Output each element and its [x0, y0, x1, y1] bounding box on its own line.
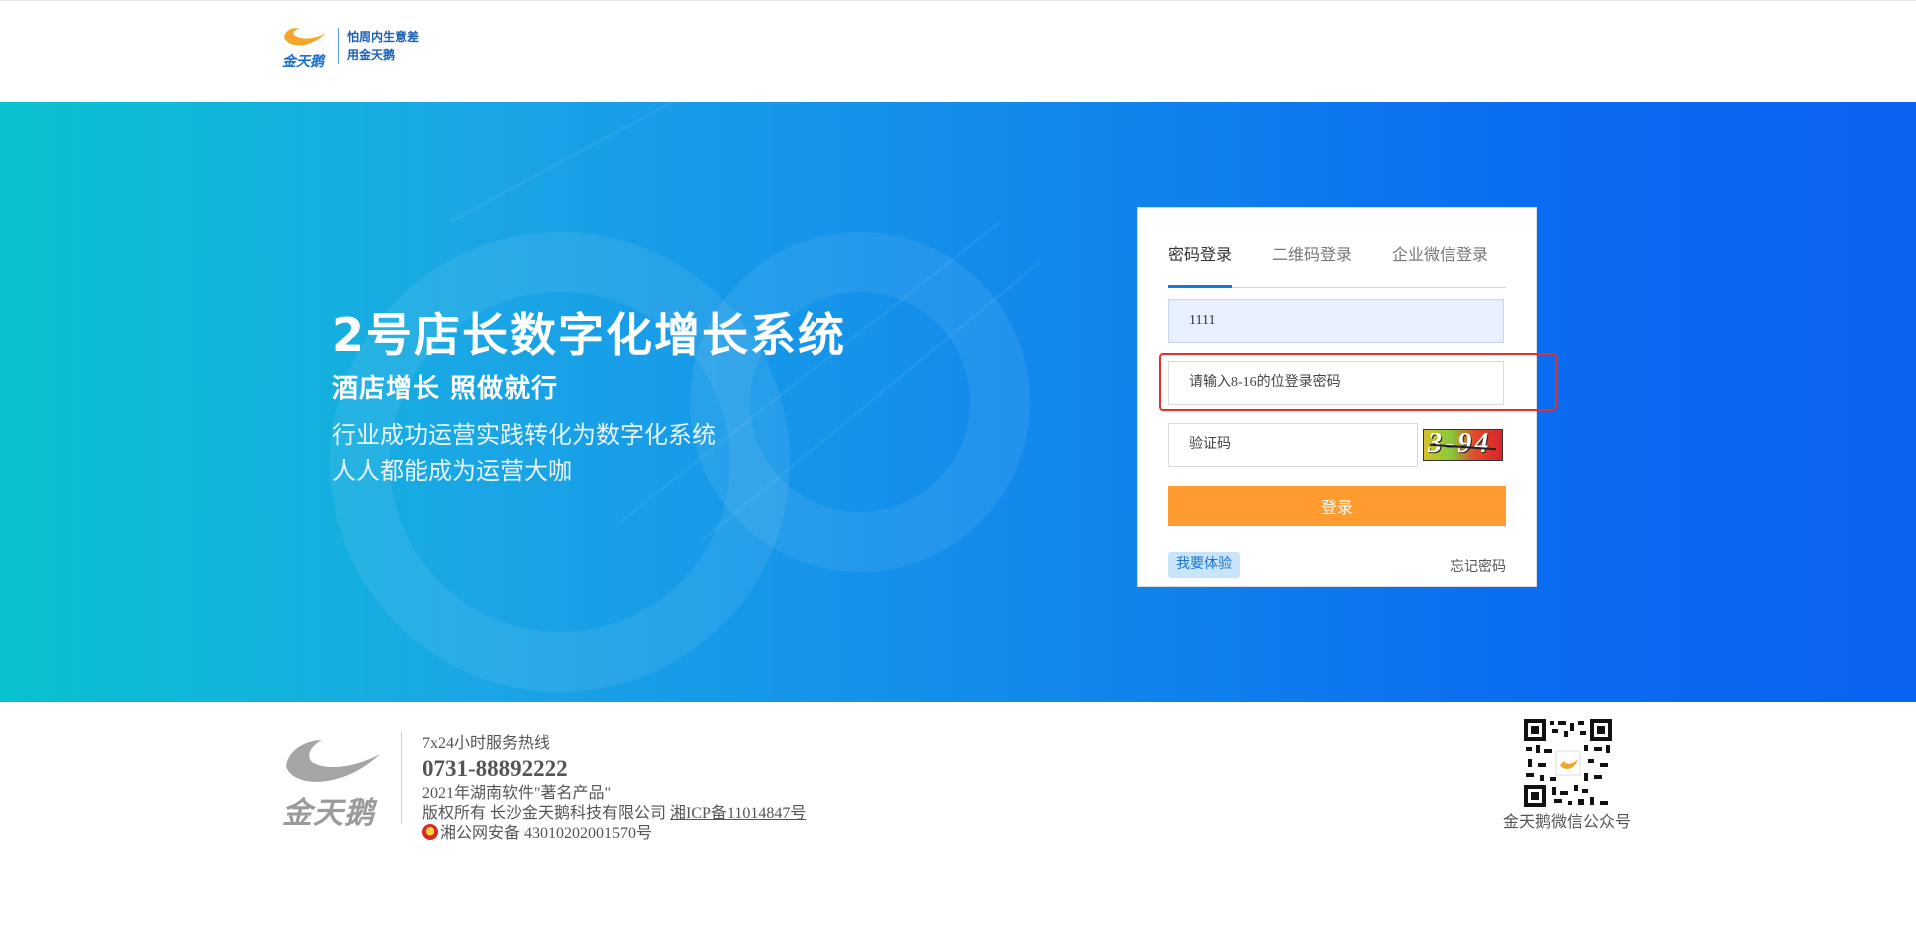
- login-tabs: 密码登录 二维码登录 企业微信登录: [1168, 236, 1506, 288]
- hero-description: 行业成功运营实践转化为数字化系统 人人都能成为运营大咖: [332, 417, 846, 489]
- try-experience-button[interactable]: 我要体验: [1168, 552, 1240, 578]
- hero-decoration: [330, 102, 1041, 692]
- header-logo-divider: [338, 28, 339, 64]
- hotline-phone: 0731-88892222: [422, 756, 568, 781]
- award-text: 2021年湖南软件"著名产品": [422, 785, 612, 802]
- footer-logo: 金天鹅: [282, 732, 382, 831]
- icp-link[interactable]: 湘ICP备11014847号: [670, 805, 806, 822]
- footer: 金天鹅 7x24小时服务热线 0731-88892222 2021年湖南软件"著…: [0, 702, 1916, 934]
- copyright-line: 版权所有 长沙金天鹅科技有限公司 湘ICP备11014847号: [422, 804, 806, 824]
- police-badge-icon: [422, 824, 438, 840]
- header: 金天鹅 怕周内生意差 用金天鹅: [0, 0, 1916, 102]
- police-record-line[interactable]: 湘公网安备 43010202001570号: [422, 824, 806, 844]
- slogan-line-2: 用金天鹅: [347, 48, 396, 62]
- footer-info: 7x24小时服务热线 0731-88892222 2021年湖南软件"著名产品"…: [422, 734, 806, 844]
- slogan-line-1: 怕周内生意差: [347, 30, 420, 44]
- header-logo[interactable]: 金天鹅 怕周内生意差 用金天鹅: [282, 23, 419, 70]
- tab-qrcode-login[interactable]: 二维码登录: [1272, 236, 1352, 288]
- captcha-image[interactable]: 3-94: [1423, 429, 1503, 461]
- footer-logo-text: 金天鹅: [282, 796, 375, 831]
- qr-caption: 金天鹅微信公众号: [1503, 814, 1632, 831]
- header-logo-text: 金天鹅: [282, 54, 324, 70]
- hero-desc-line-2: 人人都能成为运营大咖: [332, 457, 572, 485]
- hero-banner: 2号店长数字化增长系统 酒店增长 照做就行 行业成功运营实践转化为数字化系统 人…: [0, 102, 1916, 702]
- hotline-label: 7x24小时服务热线: [422, 735, 551, 752]
- copyright-text: 版权所有 长沙金天鹅科技有限公司: [422, 805, 667, 822]
- header-slogan: 怕周内生意差 用金天鹅: [347, 28, 419, 64]
- password-input[interactable]: [1168, 361, 1504, 405]
- captcha-input[interactable]: [1168, 423, 1418, 467]
- username-input[interactable]: [1168, 299, 1504, 343]
- tab-password-login[interactable]: 密码登录: [1168, 236, 1232, 288]
- forgot-password-link[interactable]: 忘记密码: [1450, 556, 1506, 576]
- hero-title: 2号店长数字化增长系统: [332, 308, 847, 362]
- footer-divider: [401, 732, 402, 824]
- wechat-qr-code: [1524, 719, 1612, 807]
- tab-wecom-login[interactable]: 企业微信登录: [1392, 236, 1488, 288]
- police-record-text: 湘公网安备 43010202001570号: [440, 825, 653, 842]
- hero-desc-line-1: 行业成功运营实践转化为数字化系统: [332, 421, 716, 449]
- footer-swan-icon: [286, 740, 380, 782]
- hero-subtitle: 酒店增长 照做就行: [332, 374, 559, 404]
- hero-text: 2号店长数字化增长系统 酒店增长 照做就行 行业成功运营实践转化为数字化系统 人…: [332, 307, 846, 489]
- login-button[interactable]: 登录: [1168, 486, 1506, 526]
- swan-logo-icon: 金天鹅: [282, 23, 328, 70]
- login-card: 密码登录 二维码登录 企业微信登录 3-94 登录 我要体验 忘记密码: [1137, 207, 1557, 587]
